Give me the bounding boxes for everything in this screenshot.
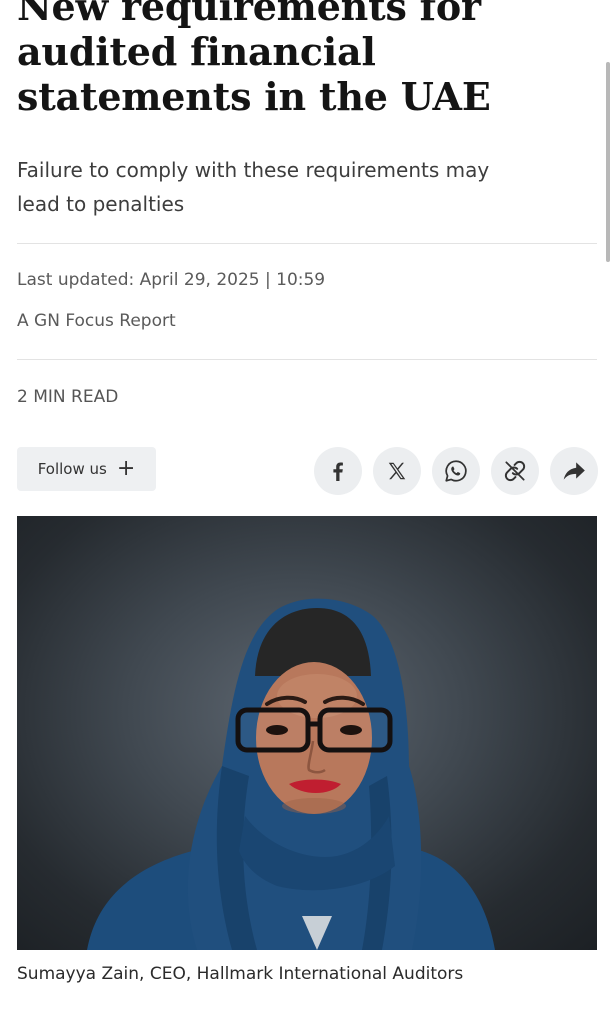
follow-us-label: Follow us <box>37 460 107 478</box>
facebook-icon <box>326 459 350 483</box>
divider <box>17 243 597 244</box>
scrollbar[interactable] <box>606 62 610 262</box>
last-updated: Last updated: April 29, 2025 | 10:59 <box>17 270 326 290</box>
follow-us-button[interactable]: Follow us + <box>17 447 156 491</box>
copy-link-button[interactable] <box>491 447 539 495</box>
headline-line: New requirements for <box>17 0 481 29</box>
read-time: 2 MIN READ <box>17 387 119 407</box>
share-whatsapp-button[interactable] <box>432 447 480 495</box>
share-arrow-icon <box>561 458 587 484</box>
link-icon <box>502 458 528 484</box>
portrait-illustration <box>87 598 495 950</box>
share-facebook-button[interactable] <box>314 447 362 495</box>
x-icon <box>386 460 408 482</box>
share-buttons <box>314 447 598 495</box>
whatsapp-icon <box>443 458 469 484</box>
plus-icon: + <box>116 456 136 481</box>
share-x-button[interactable] <box>373 447 421 495</box>
subheadline-line: Failure to comply with these requirement… <box>17 158 490 182</box>
photo-caption: Sumayya Zain, CEO, Hallmark Internationa… <box>17 964 464 984</box>
headline-line: statements in the UAE <box>17 74 491 119</box>
article-headline: New requirements for audited financial s… <box>17 0 597 119</box>
headline-line: audited financial <box>17 29 376 74</box>
divider <box>17 359 597 360</box>
byline: A GN Focus Report <box>17 311 176 331</box>
share-more-button[interactable] <box>550 447 598 495</box>
article-photo <box>17 516 597 950</box>
article-subheadline: Failure to comply with these requirement… <box>17 153 577 221</box>
subheadline-line: lead to penalties <box>17 192 185 216</box>
